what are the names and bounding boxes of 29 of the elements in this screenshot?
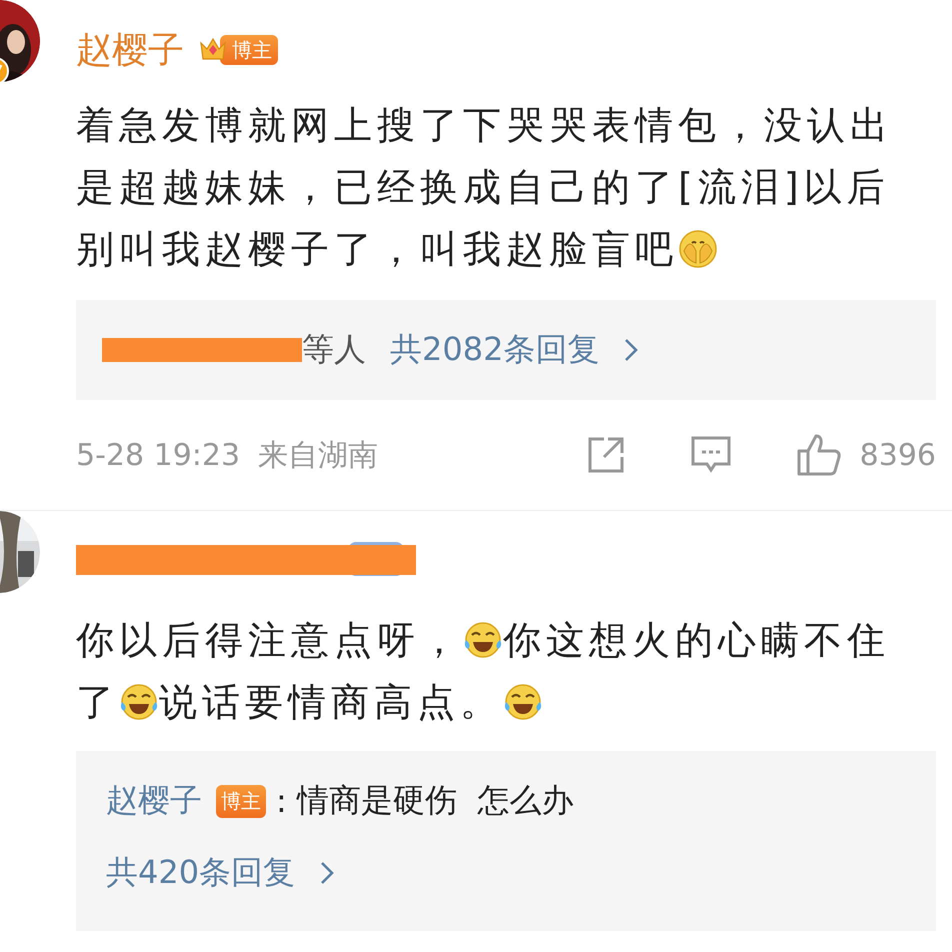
author-name[interactable]: 赵樱子 [76,26,184,74]
comment-text: 你以后得注意点呀， [76,617,463,664]
comment-text: 说话要情商高点。 [159,679,503,726]
share-icon[interactable] [586,435,626,475]
chevron-icon [623,337,640,363]
reply-author[interactable]: 赵樱子 [106,779,202,823]
comment-text: 了 [76,679,119,726]
laughing-tears-emoji-icon [463,620,503,660]
reply-text: 情商是硬伤 怎么办 [296,780,574,821]
reply-count-link[interactable]: 共420条回复 [106,851,336,895]
replies-panel[interactable]: 等人 共2082条回复 [76,300,936,400]
blogger-badge: 博主 [216,784,266,818]
reply-separator: : [276,782,288,820]
thumbs-up-icon[interactable] [796,433,842,477]
laughing-tears-emoji-icon [119,682,159,722]
comment-text: 着急发博就网上搜了下哭哭表情包，没认出 [76,102,893,149]
reply-panel[interactable]: 赵樱子 博主 : 情商是硬伤 怎么办 共420条回复 [76,751,936,931]
comment-text: 别叫我赵樱子了，叫我赵脸盲吧 [76,226,678,273]
reply-count-link[interactable]: 共2082条回复 [390,328,640,372]
post-location: 来自湖南 [258,436,378,474]
comment-icon[interactable] [690,435,732,475]
hands-over-face-emoji-icon [678,229,718,269]
comment-text: 是超越妹妹，已经换成自己的了[流泪]以后 [76,164,890,211]
chevron-icon [319,860,336,886]
like-count: 8396 [860,438,936,472]
reply-names: 等人 [302,329,366,370]
post-time: 5-28 19:23 [76,438,240,472]
comment-text: 你这想火的心瞒不住 [503,617,890,664]
laughing-tears-emoji-icon [503,682,543,722]
